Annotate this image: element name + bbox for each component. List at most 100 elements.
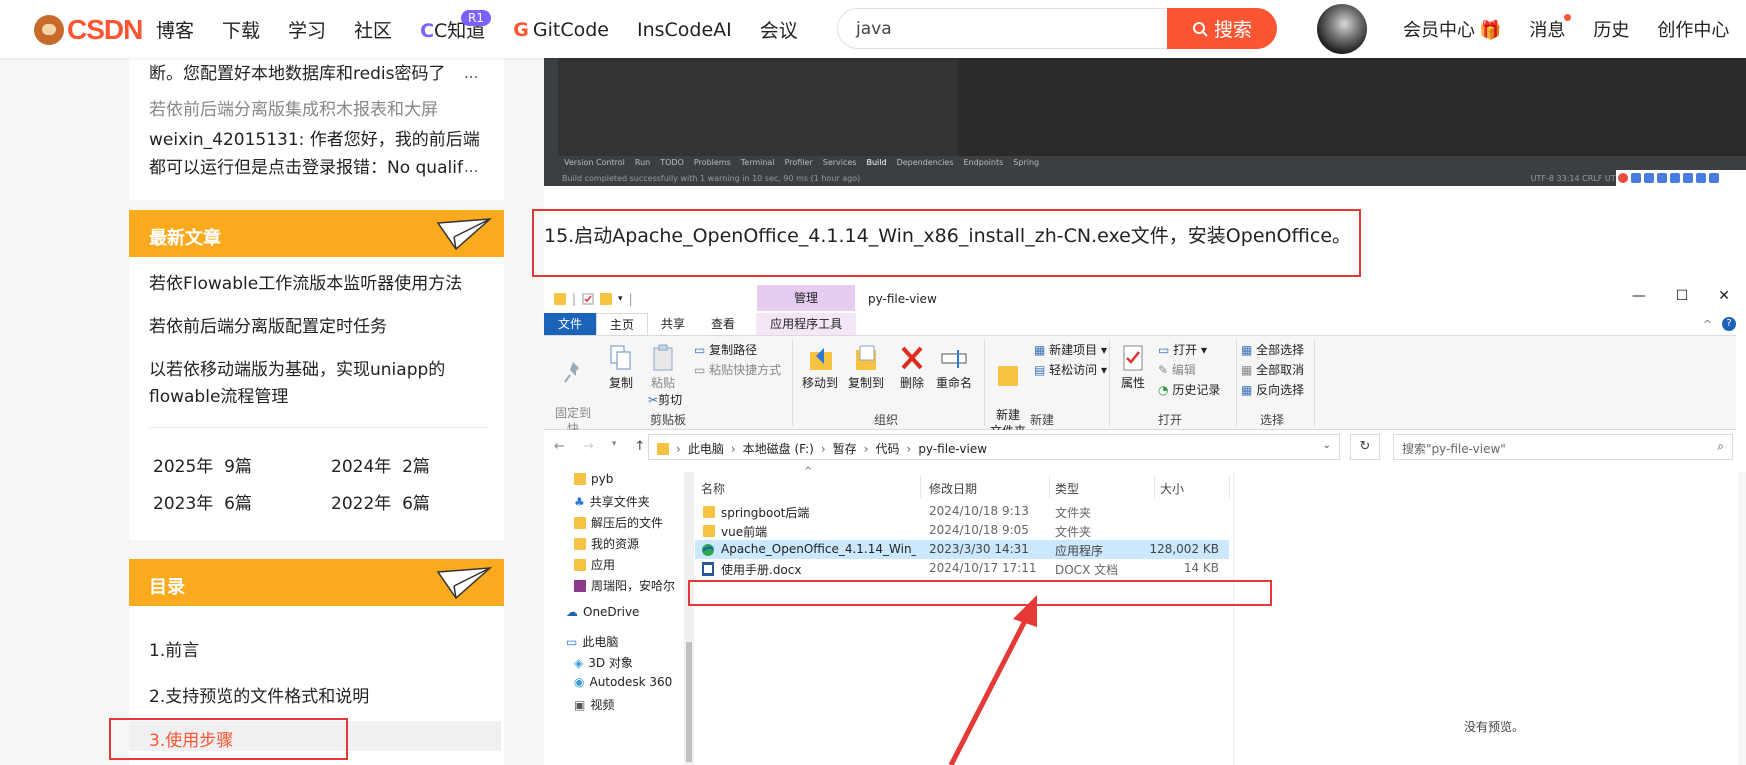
rename-button[interactable]: 重命名 xyxy=(934,344,974,391)
forward-arrow-icon[interactable]: → xyxy=(583,439,594,454)
toc-item[interactable]: 2.支持预览的文件格式和说明 xyxy=(149,682,369,707)
col-date[interactable]: 修改日期 xyxy=(929,480,977,497)
edit-button[interactable]: ✎ 编辑 xyxy=(1158,362,1196,378)
address-dropdown-icon[interactable]: ⌄ xyxy=(1323,440,1331,451)
nav-pane-scrollbar[interactable] xyxy=(684,472,694,765)
nav-download[interactable]: 下载 xyxy=(222,16,260,43)
tree-item-this-pc[interactable]: ▭ 此电脑 xyxy=(566,633,618,650)
user-avatar[interactable] xyxy=(1317,4,1367,54)
tree-item[interactable]: 周瑞阳，安哈尔 xyxy=(574,577,675,594)
history-button[interactable]: ◔ 历史记录 xyxy=(1158,382,1220,398)
computer-icon: ▭ xyxy=(566,634,578,649)
comment-line[interactable]: weixin_42015131: 作者您好，我的前后端 xyxy=(149,126,489,154)
article-link[interactable]: 若依前后端分离版配置定时任务 xyxy=(149,314,489,341)
nav-messages[interactable]: 消息 xyxy=(1529,14,1572,42)
toc-item[interactable]: 1.前言 xyxy=(149,636,199,661)
ellipsis: ... xyxy=(464,158,479,176)
file-row-selected[interactable]: Apache_OpenOffice_4.1.14_Win_x86_i... 20… xyxy=(695,540,1229,559)
select-all-button[interactable]: ▦ 全部选择 xyxy=(1241,342,1304,358)
tree-item[interactable]: ◉ Autodesk 360 xyxy=(574,675,672,689)
close-button[interactable]: ✕ xyxy=(1718,288,1730,304)
archive-2023[interactable]: 2023年 6篇 xyxy=(153,489,252,514)
collapse-ribbon-icon[interactable]: ^ xyxy=(1703,318,1712,331)
tree-item[interactable]: 我的资源 xyxy=(574,535,639,552)
tab-app-tools[interactable]: 应用程序工具 xyxy=(756,313,857,335)
tree-item[interactable]: ♣ 共享文件夹 xyxy=(574,493,650,510)
comment-line[interactable]: 断。您配置好本地数据库和redis密码了 xyxy=(149,60,479,88)
tree-item[interactable]: ▣ 视频 xyxy=(574,696,614,713)
paste-shortcut-button[interactable]: ▭ 粘贴快捷方式 xyxy=(694,362,781,378)
up-arrow-icon[interactable]: ↑ xyxy=(634,439,645,454)
search-bar[interactable]: java 搜索 xyxy=(837,8,1277,49)
delete-button[interactable]: 删除 xyxy=(895,344,929,391)
copy-to-button[interactable]: 复制到 xyxy=(846,344,886,391)
tree-item[interactable]: pyb xyxy=(574,472,613,486)
nav-blog[interactable]: 博客 xyxy=(156,16,194,43)
file-row[interactable]: springboot后端 2024/10/18 9:13 文件夹 xyxy=(695,502,1229,521)
tree-item-onedrive[interactable]: ☁ OneDrive xyxy=(566,605,639,619)
tab-share[interactable]: 共享 xyxy=(648,313,698,335)
recent-dropdown-icon[interactable]: ▾ xyxy=(612,439,617,454)
group-organize: 组织 xyxy=(874,413,899,427)
tree-item[interactable]: 解压后的文件 xyxy=(574,514,663,531)
nav-meeting[interactable]: 会议 xyxy=(760,16,798,43)
qat-dropdown-icon[interactable]: ▾ xyxy=(618,294,623,304)
nav-creation-center[interactable]: 创作中心 xyxy=(1657,16,1729,42)
comment-article-title[interactable]: 若依前后端分离版集成积木报表和大屏 xyxy=(149,96,489,124)
invert-selection-button[interactable]: ▦ 反向选择 xyxy=(1241,382,1304,398)
tab-file[interactable]: 文件 xyxy=(544,313,597,335)
rename-icon xyxy=(941,350,967,368)
ellipsis: ... xyxy=(464,64,479,82)
archive-2024[interactable]: 2024年 2篇 xyxy=(331,452,430,477)
properties-check-icon[interactable] xyxy=(582,293,594,305)
nav-inscodeai[interactable]: InsCodeAI xyxy=(637,19,732,41)
help-icon[interactable]: ? xyxy=(1722,317,1736,331)
nav-community[interactable]: 社区 xyxy=(354,16,392,43)
search-input[interactable]: java xyxy=(856,19,892,39)
paste-button[interactable]: 粘贴 xyxy=(646,344,680,391)
preview-scrollbar[interactable] xyxy=(1738,472,1746,765)
tree-item[interactable]: 应用 xyxy=(574,556,615,573)
move-to-button[interactable]: 移动到 xyxy=(800,344,840,391)
ime-icon xyxy=(1644,173,1654,183)
comment-line[interactable]: 都可以运行但是点击登录报错：No qualif xyxy=(149,154,479,182)
new-folder-button[interactable]: 新建 文件夹 xyxy=(988,344,1028,439)
refresh-icon[interactable]: ↻ xyxy=(1350,434,1380,460)
tree-item[interactable]: ◈ 3D 对象 xyxy=(574,654,633,671)
tab-home[interactable]: 主页 xyxy=(596,313,649,335)
tab-view[interactable]: 查看 xyxy=(698,313,748,335)
easy-access-button[interactable]: ▤ 轻松访问 ▾ xyxy=(1034,362,1107,378)
nav-learn[interactable]: 学习 xyxy=(288,16,326,43)
archive-2025[interactable]: 2025年 9篇 xyxy=(153,452,252,477)
archive-2022[interactable]: 2022年 6篇 xyxy=(331,489,430,514)
search-box[interactable]: 搜索"py-file-view" ⌕ xyxy=(1393,434,1733,460)
open-button[interactable]: ▭ 打开 ▾ xyxy=(1158,342,1207,358)
csdn-logo[interactable]: CSDN xyxy=(34,14,143,46)
article-link[interactable]: 若依Flowable工作流版本监听器使用方法 xyxy=(149,271,489,298)
nav-vip-center[interactable]: 会员中心 🎁 xyxy=(1403,16,1501,42)
search-button[interactable]: 搜索 xyxy=(1167,8,1277,49)
nav-history[interactable]: 历史 xyxy=(1593,16,1629,42)
copy-path-button[interactable]: ▭ 复制路径 xyxy=(694,342,757,358)
properties-button[interactable]: 属性 xyxy=(1116,344,1150,391)
minimize-button[interactable]: — xyxy=(1632,288,1646,304)
col-name[interactable]: 名称 xyxy=(701,480,725,497)
file-row[interactable]: 使用手册.docx 2024/10/17 17:11 DOCX 文档 14 KB xyxy=(695,559,1229,578)
maximize-button[interactable]: ☐ xyxy=(1676,288,1689,304)
cut-button[interactable]: ✂剪切 xyxy=(648,392,682,408)
copy-button[interactable]: 复制 xyxy=(604,344,638,391)
context-tab-manage[interactable]: 管理 xyxy=(757,285,855,311)
back-arrow-icon[interactable]: ← xyxy=(554,439,565,454)
col-size[interactable]: 大小 xyxy=(1160,480,1184,497)
new-folder-icon[interactable] xyxy=(600,293,613,305)
select-none-button[interactable]: ▦ 全部取消 xyxy=(1241,362,1304,378)
article-link[interactable]: 以若依移动端版为基础，实现uniapp的flowable流程管理 xyxy=(149,357,489,411)
new-item-button[interactable]: ▦ 新建项目 ▾ xyxy=(1034,342,1107,358)
gift-icon: 🎁 xyxy=(1479,20,1502,41)
nav-gitcode[interactable]: G GitCode xyxy=(513,19,609,41)
file-row[interactable]: vue前端 2024/10/18 9:05 文件夹 xyxy=(695,521,1229,540)
address-bar[interactable]: › 此电脑 › 本地磁盘 (F:) › 暂存 › 代码 › py-file-view ⌄ xyxy=(648,434,1340,460)
edit-icon: ✎ xyxy=(1158,363,1169,377)
col-type[interactable]: 类型 xyxy=(1055,480,1079,497)
ime-toolbar xyxy=(1616,170,1746,186)
